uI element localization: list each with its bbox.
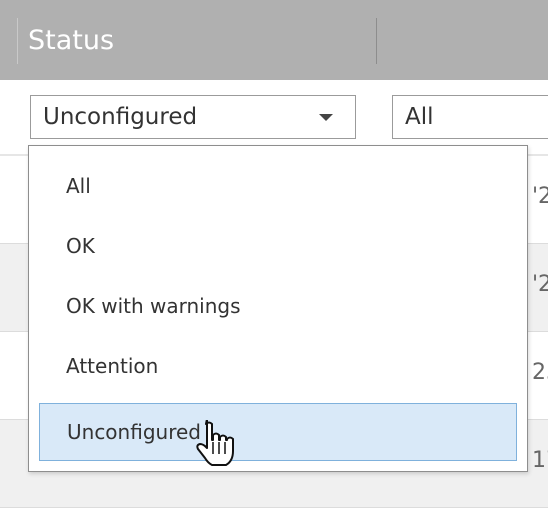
row-cell-fragment: '2( — [532, 272, 548, 297]
status-dropdown-menu: All OK OK with warnings Attention Unconf… — [28, 145, 528, 472]
column-divider[interactable] — [376, 18, 377, 64]
row-cell-fragment: '2( — [532, 184, 548, 209]
status-column-header[interactable]: Status — [28, 18, 114, 64]
status-filter-value: Unconfigured — [43, 104, 198, 130]
status-filter-select[interactable]: Unconfigured — [30, 95, 356, 139]
table-header: Status — [0, 0, 548, 80]
chevron-down-icon[interactable] — [319, 114, 333, 121]
other-filter-value: All — [405, 104, 434, 130]
other-filter-select[interactable]: All — [392, 95, 548, 139]
row-cell-fragment: 23 — [532, 360, 548, 385]
dropdown-option-all[interactable]: All — [39, 158, 517, 216]
dropdown-option-ok[interactable]: OK — [39, 218, 517, 276]
dropdown-option-attention[interactable]: Attention — [39, 338, 517, 396]
row-cell-fragment: 17 — [532, 448, 548, 473]
dropdown-option-unconfigured[interactable]: Unconfigured — [39, 403, 517, 461]
dropdown-option-ok-with-warnings[interactable]: OK with warnings — [39, 278, 517, 336]
column-divider — [17, 18, 18, 64]
